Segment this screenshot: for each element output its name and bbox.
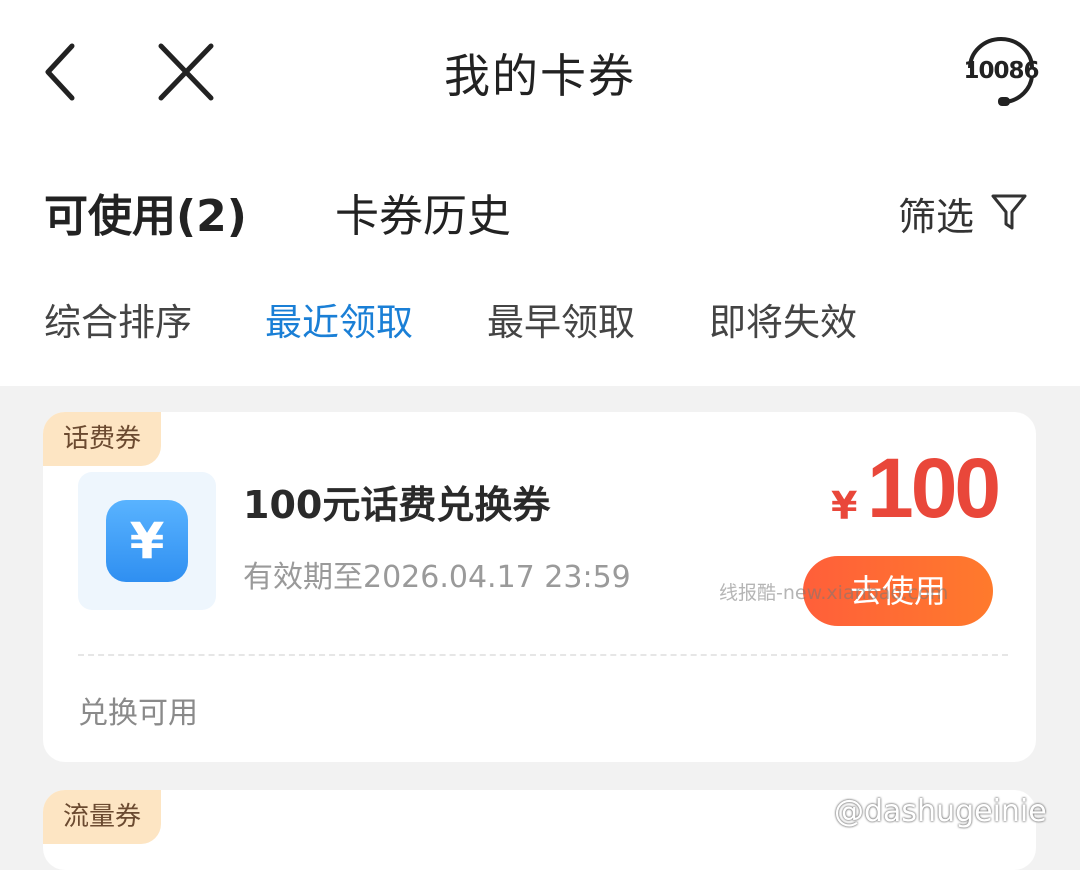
- coupon-note: 兑换可用: [78, 696, 198, 731]
- weibo-watermark: @dashugeinie: [834, 794, 1047, 829]
- customer-service-button[interactable]: 10086: [962, 36, 1040, 108]
- coupon-card[interactable]: 话费券 ¥ 100元话费兑换券 有效期至2026.04.17 23:59 ¥ 1…: [43, 412, 1036, 762]
- site-watermark: 线报酷-new.xianbao.com: [719, 582, 949, 604]
- dashed-divider: [78, 654, 1008, 656]
- sort-earliest[interactable]: 最早领取: [487, 292, 635, 346]
- coupon-validity: 有效期至2026.04.17 23:59: [243, 560, 631, 595]
- coupon-icon-box: ¥: [78, 472, 216, 610]
- sort-recent[interactable]: 最近领取: [265, 292, 413, 346]
- filter-button[interactable]: 筛选: [898, 186, 1027, 239]
- service-number: 10086: [963, 58, 1039, 84]
- tab-available[interactable]: 可使用(2): [44, 180, 247, 244]
- coupon-price: 100: [867, 441, 1001, 535]
- price-currency: ¥: [831, 484, 858, 528]
- coupon-tag: 流量券: [43, 790, 162, 844]
- funnel-icon: [991, 194, 1027, 230]
- filter-label: 筛选: [898, 195, 975, 239]
- top-panel: 我的卡券 10086 可使用(2) 卡券历史 筛选 综合排序 最近领取 最早领取…: [0, 0, 1080, 386]
- coupon-name: 100元话费兑换券: [243, 483, 551, 527]
- coupon-tag: 话费券: [43, 412, 162, 466]
- tab-history[interactable]: 卡券历史: [335, 180, 511, 244]
- yuan-icon: ¥: [106, 500, 188, 582]
- sort-expiring[interactable]: 即将失效: [709, 292, 857, 346]
- page-title: 我的卡券: [444, 49, 636, 103]
- sort-comprehensive[interactable]: 综合排序: [44, 292, 192, 346]
